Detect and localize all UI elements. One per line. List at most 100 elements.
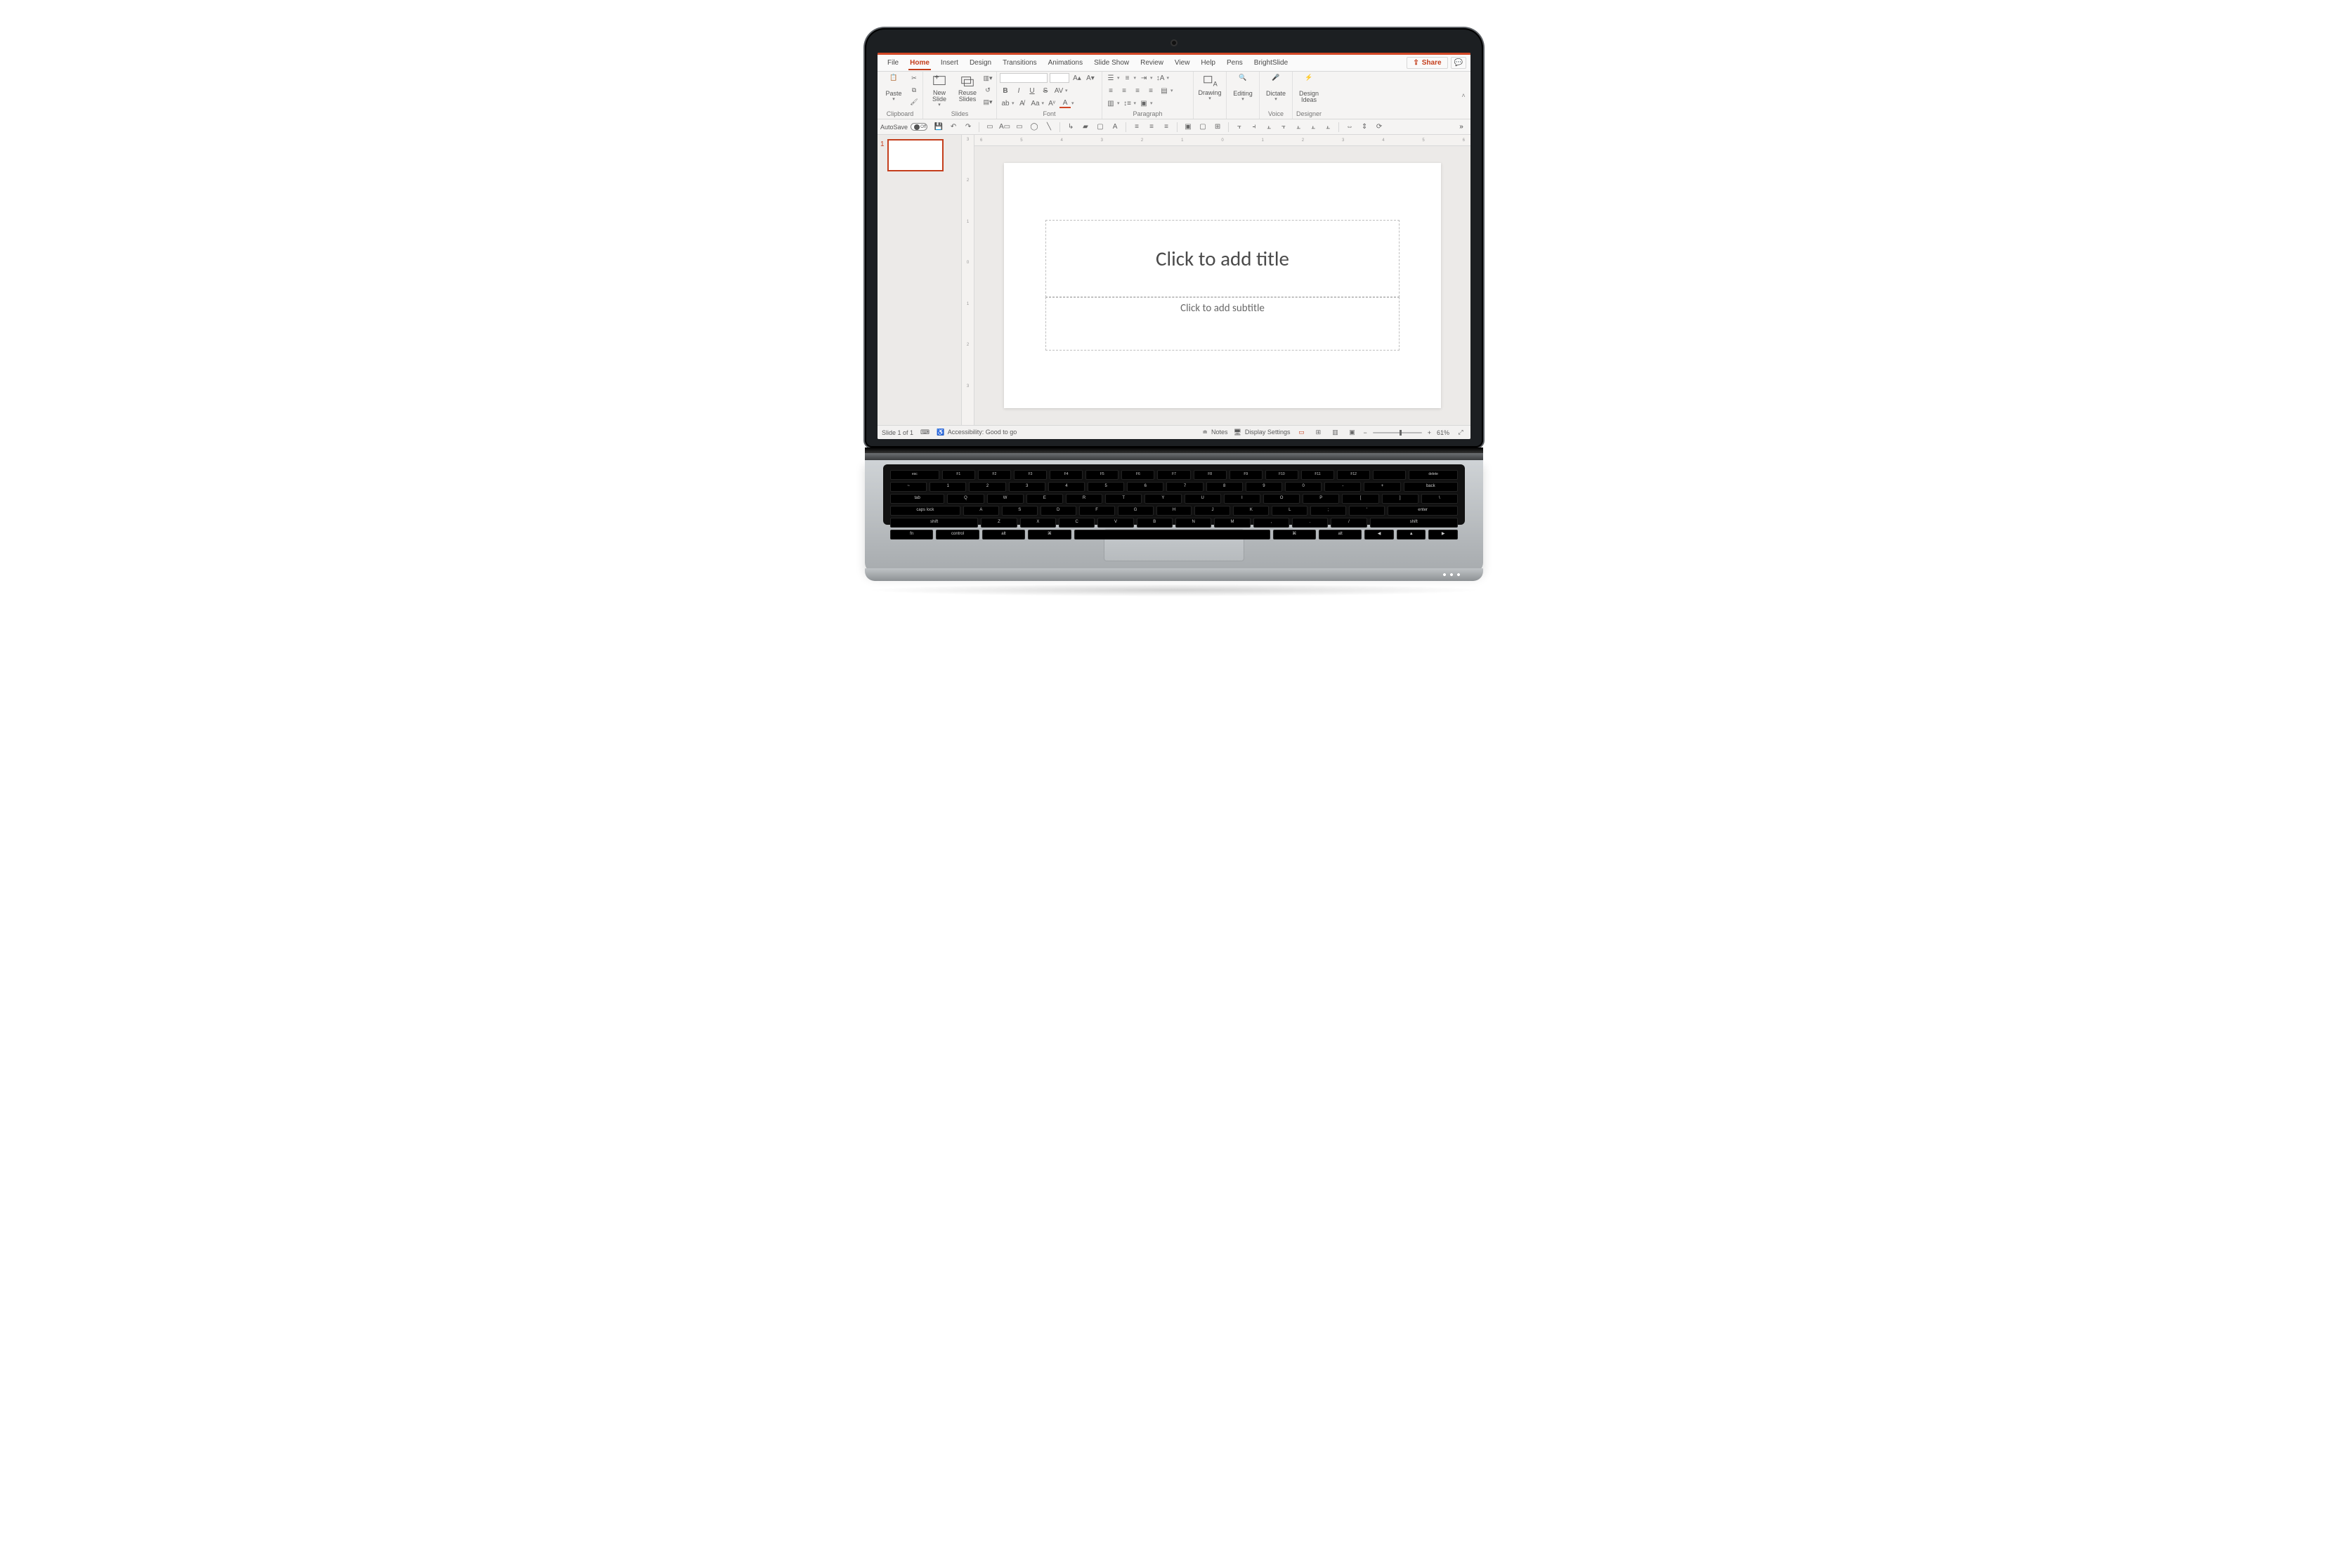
qat-rotate-button[interactable]: ⟳ [1373, 121, 1385, 133]
tab-transitions[interactable]: Transitions [997, 56, 1043, 70]
align-right-button[interactable]: ≡ [1132, 86, 1143, 96]
slide-canvas[interactable]: Click to add title Click to add subtitle [1004, 163, 1440, 408]
format-painter-button[interactable]: 🖌 [908, 97, 920, 107]
qat-dist-h-button[interactable]: ⇔ [1343, 121, 1356, 133]
thumbnail-preview[interactable] [887, 139, 944, 171]
drawing-button[interactable]: A Drawing ▾ [1196, 73, 1223, 110]
clear-formatting-button[interactable]: A̸ [1017, 98, 1028, 108]
sorter-view-button[interactable]: ⊞ [1312, 428, 1324, 438]
editing-button[interactable]: 🔍 Editing ▾ [1230, 73, 1256, 110]
qat-fill-button[interactable]: ▰ [1079, 121, 1092, 133]
display-settings-button[interactable]: 🖥 Display Settings [1233, 429, 1290, 436]
line-spacing-button[interactable]: ↕≡ [1122, 98, 1133, 108]
text-direction-button[interactable]: ↕A [1155, 73, 1166, 83]
share-button[interactable]: ⇪ Share [1407, 57, 1447, 69]
tab-slideshow[interactable]: Slide Show [1088, 56, 1135, 70]
design-ideas-button[interactable]: ⚡ Design Ideas [1296, 73, 1322, 110]
qat-align-c-button[interactable]: ⫠ [1263, 121, 1275, 133]
new-slide-button[interactable]: New Slide ▾ [926, 73, 953, 110]
language-icon[interactable]: ⌨ [920, 429, 930, 436]
tab-home[interactable]: Home [904, 56, 935, 70]
char-spacing-button[interactable]: AV [1053, 86, 1064, 96]
font-family-dropdown[interactable] [1000, 73, 1048, 83]
change-case-button[interactable]: Aa [1030, 98, 1041, 108]
align-text-button[interactable]: ▤ [1159, 86, 1170, 96]
zoom-out-button[interactable]: − [1363, 429, 1367, 436]
italic-button[interactable]: I [1013, 86, 1024, 96]
tab-animations[interactable]: Animations [1043, 56, 1088, 70]
qat-oval-button[interactable]: ◯ [1028, 121, 1041, 133]
reading-view-button[interactable]: ▥ [1329, 428, 1341, 438]
cut-button[interactable]: ✂ [908, 73, 920, 83]
qat-fontcolor-button[interactable]: A [1109, 121, 1121, 133]
tab-file[interactable]: File [882, 56, 904, 70]
list-level-button[interactable]: ⇥ [1138, 73, 1149, 83]
layout-button[interactable]: ▥▾ [982, 73, 993, 83]
slide-thumbnails-panel[interactable]: 1 [878, 135, 962, 425]
save-button[interactable]: 💾 [932, 121, 945, 133]
reset-button[interactable]: ↺ [982, 85, 993, 95]
convert-smartart-button[interactable]: ▣ [1138, 98, 1149, 108]
normal-view-button[interactable]: ▭ [1296, 428, 1307, 438]
reuse-slides-button[interactable]: Reuse Slides [954, 73, 981, 110]
numbering-button[interactable]: ≡ [1122, 73, 1133, 83]
tab-insert[interactable]: Insert [935, 56, 964, 70]
font-size-dropdown[interactable] [1050, 73, 1069, 83]
bullets-button[interactable]: ☰ [1105, 73, 1116, 83]
align-center-button[interactable]: ≡ [1118, 86, 1130, 96]
qat-align-right-button[interactable]: ≡ [1160, 121, 1173, 133]
redo-button[interactable]: ↷ [962, 121, 974, 133]
font-color-button[interactable]: A [1059, 98, 1071, 108]
justify-button[interactable]: ≡ [1145, 86, 1156, 96]
qat-overflow-button[interactable]: » [1455, 123, 1468, 131]
qat-group-button[interactable]: ⊞ [1211, 121, 1224, 133]
title-placeholder[interactable]: Click to add title [1045, 220, 1400, 297]
thumbnail-item[interactable]: 1 [880, 139, 958, 171]
qat-dist-v-button[interactable]: ⇕ [1358, 121, 1371, 133]
shrink-font-button[interactable]: A▾ [1085, 73, 1096, 83]
align-left-button[interactable]: ≡ [1105, 86, 1116, 96]
tab-help[interactable]: Help [1195, 56, 1221, 70]
paste-button[interactable]: 📋 Paste ▾ [880, 73, 907, 110]
qat-textbox-button[interactable]: A▭ [998, 121, 1011, 133]
accessibility-status[interactable]: ♿ Accessibility: Good to go [937, 429, 1017, 436]
autosave-toggle[interactable]: AutoSave Off [880, 123, 927, 131]
zoom-in-button[interactable]: + [1428, 429, 1431, 436]
qat-from-beginning-button[interactable]: ▭ [984, 121, 996, 133]
slide-stage[interactable]: Click to add title Click to add subtitle [974, 146, 1470, 425]
qat-line-button[interactable]: ╲ [1043, 121, 1055, 133]
notes-button[interactable]: ≐ Notes [1202, 429, 1227, 436]
tab-view[interactable]: View [1169, 56, 1196, 70]
superscript-button[interactable]: Aᵛ [1046, 98, 1057, 108]
columns-button[interactable]: ▥ [1105, 98, 1116, 108]
qat-bring-forward-button[interactable]: ▣ [1182, 121, 1194, 133]
qat-align-t-button[interactable]: ⫠ [1292, 121, 1305, 133]
qat-outline-button[interactable]: ▢ [1094, 121, 1107, 133]
zoom-slider[interactable] [1373, 432, 1422, 433]
qat-rect-button[interactable]: ▭ [1013, 121, 1026, 133]
underline-button[interactable]: U [1026, 86, 1038, 96]
fit-to-window-button[interactable]: ⤢ [1455, 428, 1466, 438]
qat-align-r-button[interactable]: ⫟ [1277, 121, 1290, 133]
tab-pens[interactable]: Pens [1221, 56, 1248, 70]
qat-align-left-button[interactable]: ≡ [1130, 121, 1143, 133]
tab-review[interactable]: Review [1135, 56, 1169, 70]
dictate-button[interactable]: 🎤 Dictate ▾ [1263, 73, 1289, 110]
slideshow-view-button[interactable]: ▣ [1346, 428, 1357, 438]
qat-send-backward-button[interactable]: ▢ [1196, 121, 1209, 133]
qat-align-objects-button[interactable]: ⫟ [1233, 121, 1246, 133]
subtitle-placeholder[interactable]: Click to add subtitle [1045, 297, 1400, 351]
zoom-level[interactable]: 61% [1437, 429, 1449, 436]
tab-design[interactable]: Design [964, 56, 997, 70]
qat-align-m-button[interactable]: ⫠ [1307, 121, 1319, 133]
tab-brightslide[interactable]: BrightSlide [1248, 56, 1293, 70]
copy-button[interactable]: ⧉ [908, 85, 920, 95]
bold-button[interactable]: B [1000, 86, 1011, 96]
grow-font-button[interactable]: A▴ [1071, 73, 1083, 83]
strike-button[interactable]: S [1040, 86, 1051, 96]
section-button[interactable]: ▤▾ [982, 97, 993, 107]
qat-align-l-button[interactable]: ⫞ [1248, 121, 1260, 133]
collapse-ribbon-button[interactable]: ˄ [1456, 72, 1470, 119]
undo-button[interactable]: ↶ [947, 121, 960, 133]
highlight-color-button[interactable]: ab [1000, 98, 1011, 108]
